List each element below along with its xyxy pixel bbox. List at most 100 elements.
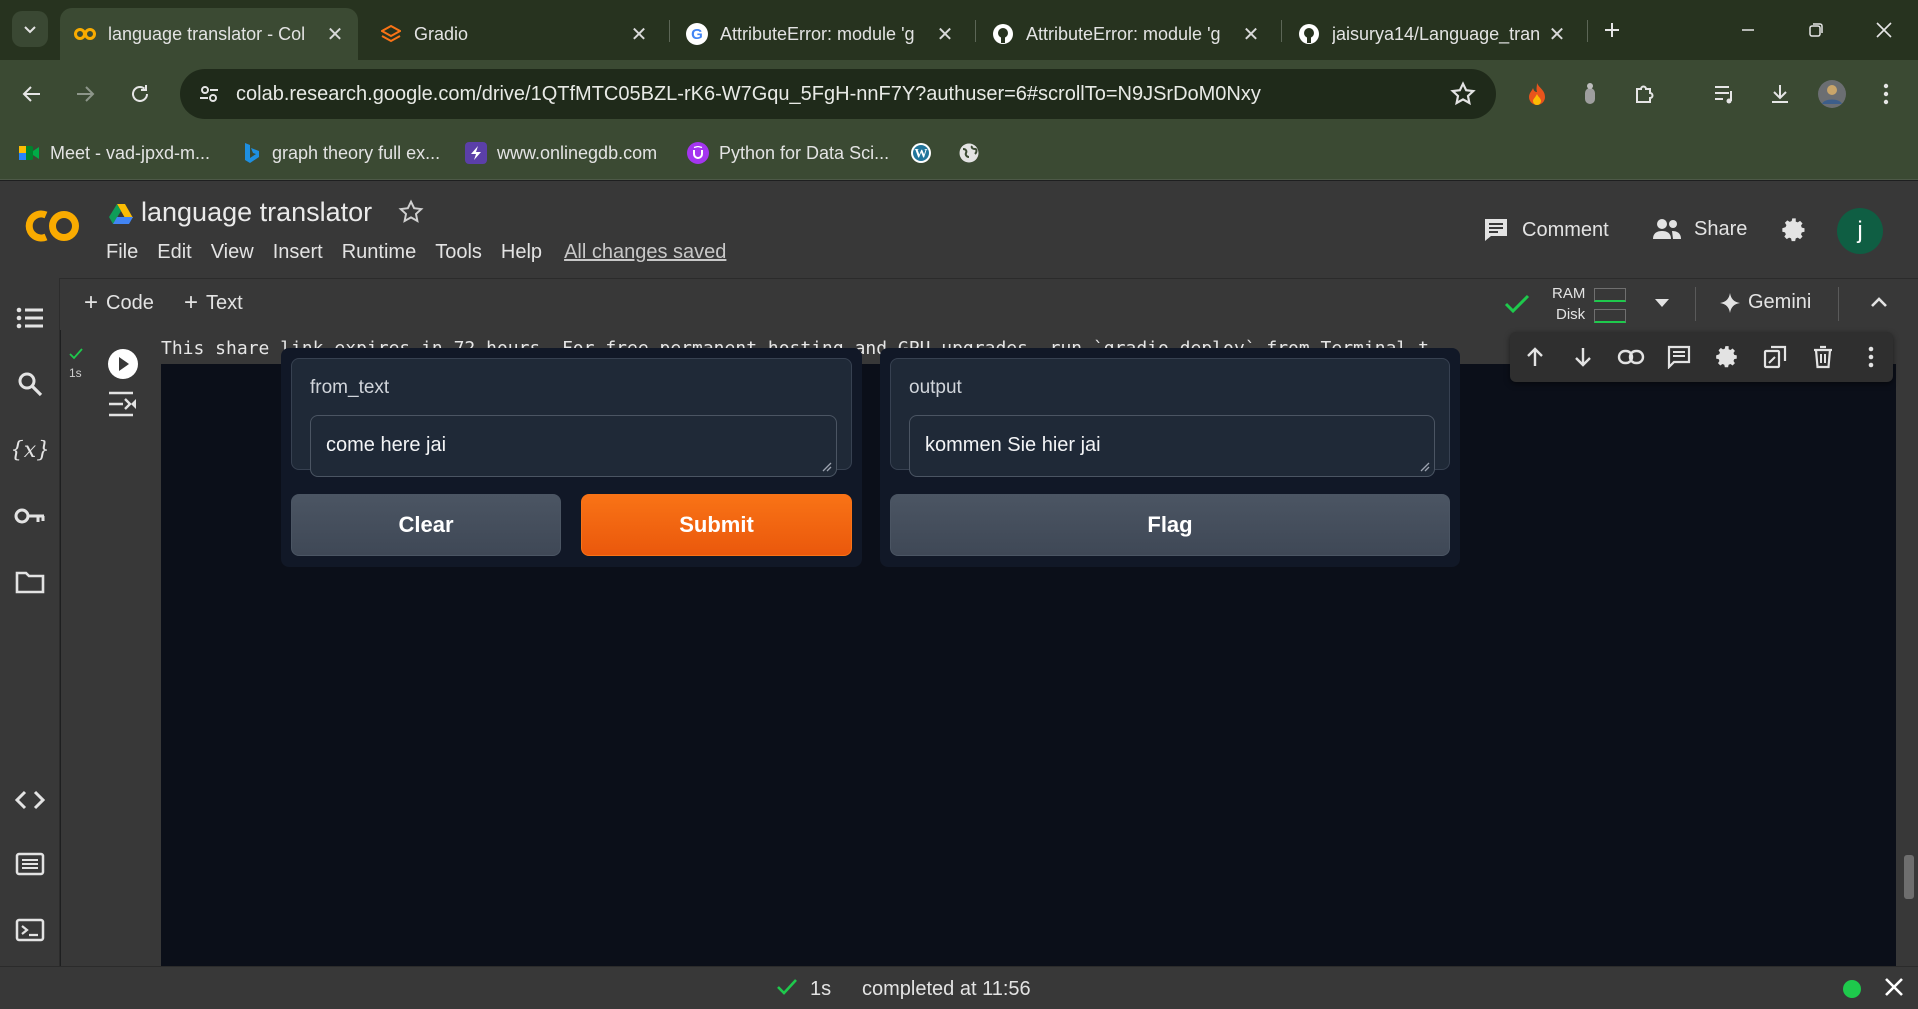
settings-gear-icon[interactable] [1780,216,1808,244]
bookmark-star-icon[interactable] [1450,81,1476,107]
secrets-key-icon[interactable] [12,498,48,534]
variables-icon[interactable]: {x} [12,432,48,468]
meet-icon [18,142,40,164]
add-code-label: Code [106,291,154,314]
close-icon[interactable]: ✕ [628,23,650,46]
add-comment-icon[interactable] [1662,340,1696,374]
menu-tools[interactable]: Tools [435,241,482,264]
share-button[interactable]: Share [1652,217,1747,241]
bookmark-label: Meet - vad-jpxd-m... [50,142,211,163]
reload-button[interactable] [120,74,160,114]
chevron-down-icon [24,26,36,34]
gemini-button[interactable]: Gemini [1720,291,1811,314]
collapse-toolbar-icon[interactable] [1870,295,1888,309]
menu-edit[interactable]: Edit [157,241,191,264]
puzzle-extensions-icon[interactable] [1625,74,1665,114]
ram-meter [1594,288,1626,302]
browser-menu-icon[interactable] [1866,74,1906,114]
resize-grip-icon[interactable] [822,462,832,472]
extension-icon[interactable] [1570,74,1610,114]
command-palette-icon[interactable] [12,846,48,882]
google-icon: G [686,23,708,45]
site-info-icon[interactable] [198,83,220,105]
new-tab-button[interactable] [1592,10,1632,50]
output-textbox[interactable]: kommen Sie hier jai [909,415,1435,477]
star-icon[interactable] [398,199,424,225]
flag-button[interactable]: Flag [890,494,1450,556]
input-textbox-container: from_text come here jai [291,358,852,477]
cell-exec-time: 1s [69,366,82,380]
bookmark-meet[interactable]: Meet - vad-jpxd-m... [18,140,210,166]
restore-button[interactable] [1796,10,1836,50]
cell-settings-gear-icon[interactable] [1710,340,1744,374]
link-icon[interactable] [1614,340,1648,374]
resource-monitor[interactable]: RAM Disk [1550,284,1670,326]
move-cell-down-icon[interactable] [1566,340,1600,374]
plus-icon [1605,23,1619,37]
download-icon[interactable] [1760,74,1800,114]
menu-runtime[interactable]: Runtime [342,241,416,264]
clear-button[interactable]: Clear [291,494,561,556]
tab-colab[interactable]: language translator - Col ✕ [60,8,358,60]
folder-icon[interactable] [12,564,48,600]
tab-search-button[interactable] [12,11,48,47]
more-options-icon[interactable] [1854,340,1888,374]
user-avatar[interactable]: j [1837,208,1883,254]
add-code-button[interactable]: + Code [84,291,154,315]
mirror-cell-icon[interactable] [1758,340,1792,374]
media-queue-icon[interactable] [1705,74,1745,114]
close-icon[interactable]: ✕ [324,23,346,46]
tab-title: language translator - Col [108,23,306,44]
bookmark-wordpress[interactable]: W [910,140,942,166]
profile-avatar-icon[interactable] [1812,74,1852,114]
menu-file[interactable]: File [106,241,138,264]
save-status-link[interactable]: All changes saved [564,241,726,264]
comment-button[interactable]: Comment [1482,217,1609,243]
close-icon[interactable] [1883,976,1905,998]
address-bar[interactable]: colab.research.google.com/drive/1QTfMTC0… [180,69,1496,119]
add-text-button[interactable]: + Text [184,291,243,315]
tab-github-issue[interactable]: AttributeError: module 'g ✕ [978,8,1274,60]
close-window-button[interactable] [1864,10,1904,50]
bookmark-label: Python for Data Sci... [719,142,890,163]
flame-extension-icon[interactable] [1517,74,1557,114]
move-cell-up-icon[interactable] [1518,340,1552,374]
bookmark-onlinegdb[interactable]: www.onlinegdb.com [465,140,657,166]
scrollbar-thumb[interactable] [1904,855,1914,899]
menu-help[interactable]: Help [501,241,542,264]
runtime-status-indicator [1843,980,1861,998]
close-icon[interactable]: ✕ [1240,23,1262,46]
gemini-label: Gemini [1748,291,1812,313]
status-message[interactable]: completed at 11:56 [862,978,1031,1001]
menu-view[interactable]: View [211,241,254,264]
submit-button[interactable]: Submit [581,494,852,556]
table-of-contents-icon[interactable] [12,300,48,336]
output-textbox-container: output kommen Sie hier jai [890,358,1450,477]
search-icon[interactable] [12,366,48,402]
minimize-button[interactable] [1728,10,1768,50]
menu-insert[interactable]: Insert [273,241,323,264]
notebook-title[interactable]: language translator [141,197,372,228]
back-button[interactable] [12,74,52,114]
output-options-icon[interactable] [107,390,139,418]
close-icon[interactable]: ✕ [934,23,956,46]
delete-trash-icon[interactable] [1806,340,1840,374]
run-cell-button[interactable] [108,349,138,379]
close-icon[interactable]: ✕ [1546,23,1568,46]
tab-gradio[interactable]: Gradio ✕ [366,8,662,60]
terminal-icon[interactable] [12,912,48,948]
forward-button[interactable] [65,74,105,114]
tab-google-search[interactable]: G AttributeError: module 'g ✕ [672,8,968,60]
bookmark-globe[interactable] [958,140,990,166]
tab-github-repo[interactable]: jaisurya14/Language_tran ✕ [1284,8,1580,60]
bookmark-label: graph theory full ex... [272,142,441,163]
colab-logo-icon[interactable] [22,205,82,247]
from-text-input[interactable]: come here jai [310,415,837,477]
onlinegdb-icon [465,142,487,164]
runtime-dropdown-icon[interactable] [1654,297,1670,309]
bookmark-python-data-science[interactable]: Python for Data Sci... [687,140,889,166]
github-icon [1298,23,1320,45]
resize-grip-icon[interactable] [1420,462,1430,472]
bookmark-bing[interactable]: graph theory full ex... [240,140,440,166]
code-snippets-icon[interactable] [12,782,48,818]
